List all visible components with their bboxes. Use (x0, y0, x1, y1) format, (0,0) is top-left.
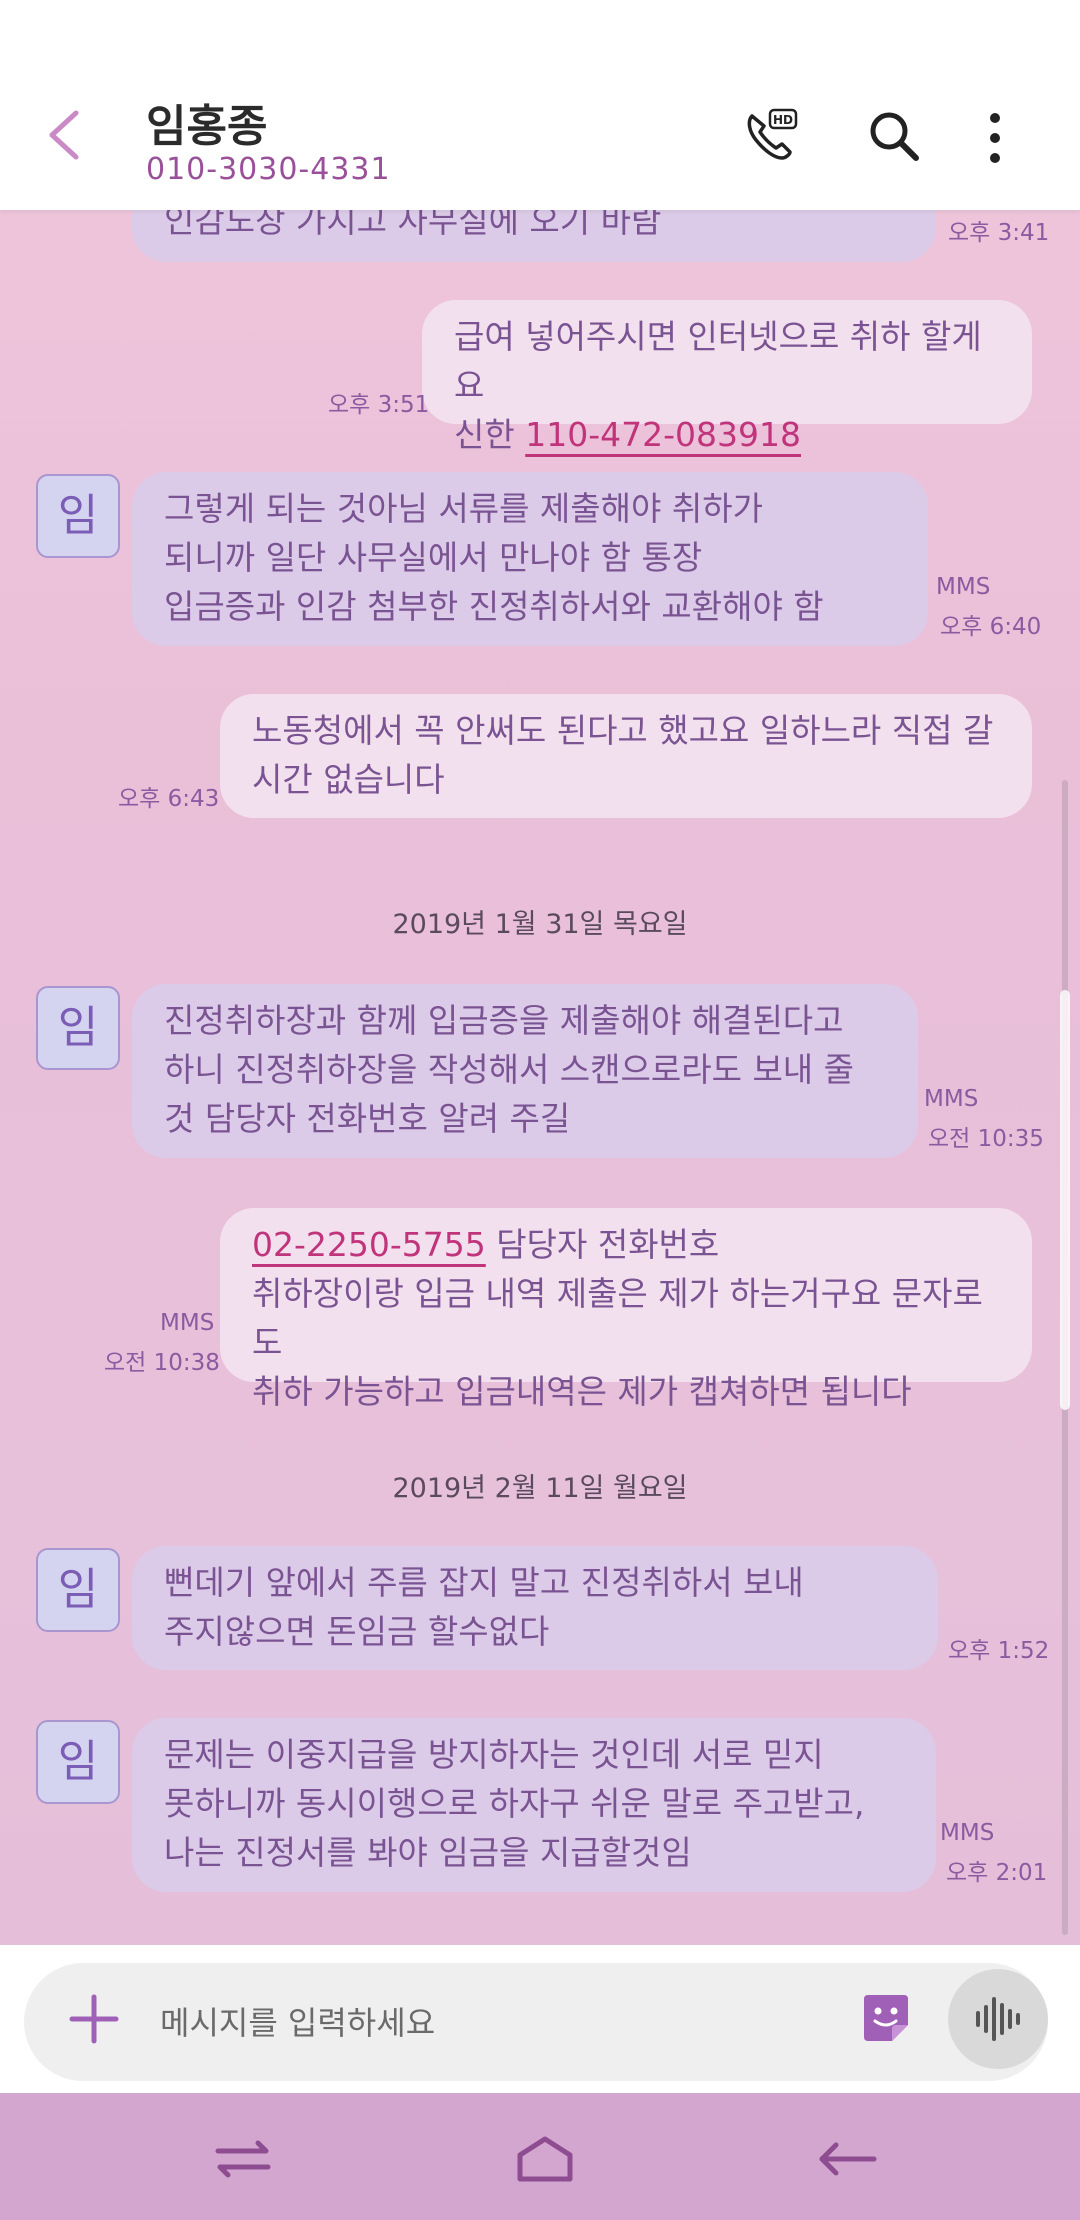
message-text: 그렇게 되는 것아님 서류를 제출해야 취하가 (164, 489, 763, 528)
message-list[interactable]: 인감도장 가지고 사무실에 오기 바람 오후 3:41 급여 넣어주시면 인터넷… (0, 210, 1080, 1945)
message-text: 뻔데기 앞에서 주름 잡지 말고 진정취하서 보내 (164, 1563, 804, 1602)
system-nav-bar (0, 2093, 1080, 2220)
message-text: 주지않으면 돈임금 할수없다 (164, 1612, 550, 1651)
chevron-left-icon[interactable] (44, 105, 84, 165)
message-bubble-incoming[interactable]: 문제는 이중지급을 방지하자는 것인데 서로 믿지 못하니까 동시이행으로 하자… (132, 1718, 936, 1892)
conversation-header: 임홍종 010-3030-4331 HD (0, 60, 1080, 210)
sticker-icon[interactable] (858, 1991, 914, 2047)
plus-icon[interactable] (64, 1989, 124, 2049)
message-text: 하니 진정취하장을 작성해서 스캔으로라도 보내 줄 (164, 1050, 855, 1089)
message-text: 문제는 이중지급을 방지하자는 것인데 서로 믿지 (164, 1735, 824, 1774)
svg-text:HD: HD (773, 113, 793, 127)
contact-name[interactable]: 임홍종 (146, 90, 267, 154)
message-bubble-incoming[interactable]: 진정취하장과 함께 입금증을 제출해야 해결된다고 하니 진정취하장을 작성해서… (132, 984, 918, 1158)
message-text: 것 담당자 전화번호 알려 주길 (164, 1099, 571, 1138)
message-input[interactable] (158, 1987, 832, 2059)
message-type: MMS (160, 1310, 215, 1336)
message-bubble-incoming[interactable]: 뻔데기 앞에서 주름 잡지 말고 진정취하서 보내 주지않으면 돈임금 할수없다 (132, 1546, 938, 1670)
status-bar (0, 0, 1080, 60)
message-time: 오후 6:40 (940, 614, 1042, 640)
message-time: 오후 3:51 (328, 392, 430, 418)
more-vertical-icon[interactable] (980, 110, 1010, 166)
message-text: 되니까 일단 사무실에서 만나야 함 통장 (164, 538, 703, 577)
message-text: 담당자 전화번호 (485, 1225, 720, 1264)
message-text: 시간 없습니다 (252, 760, 445, 799)
message-time: 오후 6:43 (118, 786, 220, 812)
message-type: MMS (936, 574, 991, 600)
scrollbar-thumb[interactable] (1060, 990, 1070, 1410)
message-text: 인감도장 가지고 사무실에 오기 바람 (164, 210, 662, 240)
message-text: 급여 넣어주시면 인터넷으로 취하 할게요 (454, 317, 982, 405)
message-text: 나는 진정서를 봐야 임금을 지급할것임 (164, 1833, 692, 1872)
avatar[interactable]: 임 (36, 986, 120, 1070)
message-text: 입금증과 인감 첨부한 진정취하서와 교환해야 함 (164, 587, 824, 626)
message-time: 오후 1:52 (948, 1638, 1050, 1664)
message-bubble-outgoing[interactable]: 급여 넣어주시면 인터넷으로 취하 할게요 신한 110-472-083918 (422, 300, 1032, 454)
phone-number-link[interactable]: 02-2250-5755 (252, 1225, 486, 1264)
message-text: 못하니까 동시이행으로 하자구 쉬운 말로 주고받고, (164, 1784, 865, 1823)
message-bubble-outgoing[interactable]: 노동청에서 꼭 안써도 된다고 했고요 일하느라 직접 갈 시간 없습니다 (220, 694, 1032, 818)
message-time: 오전 10:35 (928, 1126, 1044, 1152)
avatar[interactable]: 임 (36, 1548, 120, 1632)
recent-apps-icon[interactable] (208, 2123, 278, 2193)
back-icon[interactable] (812, 2123, 882, 2193)
message-type: MMS (924, 1086, 979, 1112)
account-number-link[interactable]: 110-472-083918 (525, 415, 801, 454)
message-time: 오후 2:01 (946, 1860, 1048, 1886)
message-bubble-incoming[interactable]: 인감도장 가지고 사무실에 오기 바람 (132, 210, 936, 262)
date-separator: 2019년 2월 11일 월요일 (392, 1473, 688, 1504)
search-icon[interactable] (868, 110, 920, 162)
message-text: 취하 가능하고 입금내역은 제가 캡쳐하면 됩니다 (252, 1372, 912, 1411)
message-bubble-outgoing[interactable]: 02-2250-5755 담당자 전화번호 취하장이랑 입금 내역 제출은 제가… (220, 1208, 1032, 1411)
avatar[interactable]: 임 (36, 474, 120, 558)
message-composer (0, 1945, 1080, 2093)
message-type: MMS (940, 1820, 995, 1846)
hd-call-icon[interactable]: HD (742, 108, 798, 164)
message-text: 신한 (454, 415, 526, 454)
composer-pill (24, 1963, 1048, 2081)
date-separator: 2019년 1월 31일 목요일 (392, 909, 688, 940)
message-time: 오후 3:41 (948, 220, 1050, 246)
home-icon[interactable] (510, 2123, 580, 2193)
message-text: 취하장이랑 입금 내역 제출은 제가 하는거구요 문자로도 (252, 1274, 983, 1362)
contact-number[interactable]: 010-3030-4331 (146, 152, 391, 187)
message-text: 노동청에서 꼭 안써도 된다고 했고요 일하느라 직접 갈 (252, 711, 994, 750)
message-bubble-incoming[interactable]: 그렇게 되는 것아님 서류를 제출해야 취하가 되니까 일단 사무실에서 만나야… (132, 472, 928, 646)
message-text: 진정취하장과 함께 입금증을 제출해야 해결된다고 (164, 1001, 844, 1040)
voice-record-icon[interactable] (948, 1969, 1048, 2069)
avatar[interactable]: 임 (36, 1720, 120, 1804)
message-time: 오전 10:38 (104, 1350, 220, 1376)
